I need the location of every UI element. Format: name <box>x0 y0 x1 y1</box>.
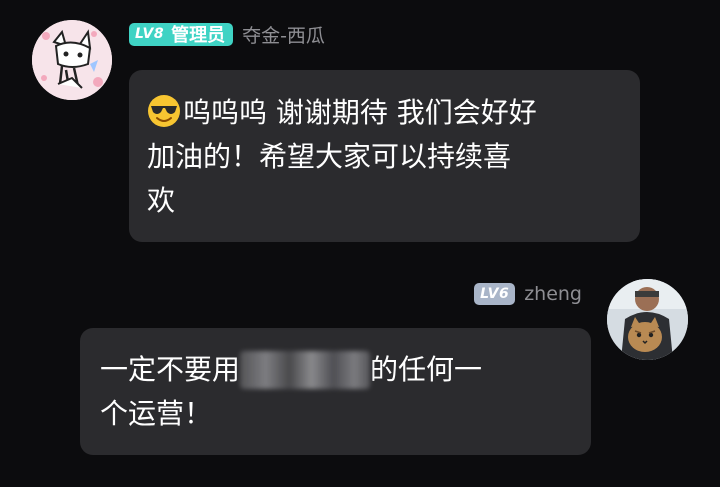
sender-username[interactable]: 夺金-西瓜 <box>242 21 325 48</box>
message-line: 加油的！希望大家可以持续喜 <box>147 140 512 173</box>
level-role-badge: LV8 管理员 <box>129 22 234 46</box>
message-text: 一定不要用 <box>100 353 241 386</box>
avatar-self[interactable] <box>607 279 688 360</box>
role-label: 管理员 <box>171 25 226 46</box>
level-label: LV8 <box>135 26 165 42</box>
message-line: 欢 <box>147 184 176 217</box>
sender-username[interactable]: zheng <box>524 283 582 305</box>
message-line: 个运营！ <box>100 397 213 430</box>
message-bubble-outgoing[interactable]: 一定不要用 的任何一 个运营！ <box>80 328 591 455</box>
avatar-admin[interactable] <box>32 20 112 100</box>
message-bubble-incoming[interactable]: 呜呜呜 谢谢期待 我们会好好 加油的！希望大家可以持续喜 欢 <box>129 70 640 242</box>
message-text: 的任何一 <box>370 353 483 386</box>
message-line: 呜呜呜 谢谢期待 我们会好好 <box>147 91 620 135</box>
level-badge: LV6 <box>474 283 516 305</box>
smiling-face-with-sunglasses-icon <box>148 95 180 127</box>
message-header-admin: LV8 管理员 夺金-西瓜 <box>129 20 325 48</box>
message-header-self: LV6 zheng <box>474 280 582 308</box>
redacted-text <box>240 351 371 389</box>
message-line: 一定不要用 的任何一 <box>100 348 571 392</box>
cat-photo-avatar-icon <box>607 279 688 360</box>
anime-avatar-icon <box>32 20 112 100</box>
message-text: 呜呜呜 谢谢期待 我们会好好 <box>183 96 537 129</box>
